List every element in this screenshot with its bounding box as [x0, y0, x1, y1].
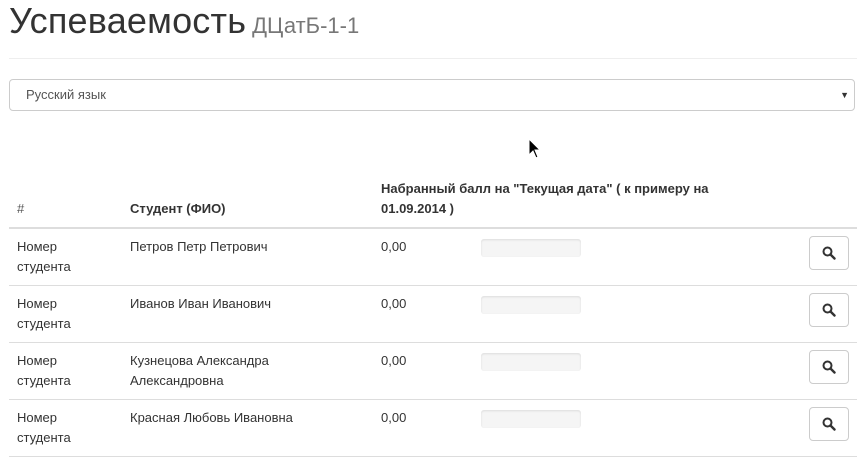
- search-icon: [822, 246, 836, 260]
- group-subtitle: ДЦатБ-1-1: [252, 13, 360, 38]
- view-student-button[interactable]: [809, 236, 849, 270]
- view-student-button[interactable]: [809, 293, 849, 327]
- search-icon: [822, 303, 836, 317]
- score-progress-bar: [481, 239, 581, 257]
- table-row: Номер студента Петров Петр Петрович 0,00: [9, 227, 857, 286]
- subject-select-value: Русский язык: [26, 87, 106, 102]
- page-title: Успеваемость: [9, 0, 247, 41]
- table-row: Номер студента Иванов Иван Иванович 0,00: [9, 285, 857, 343]
- score-progress-bar: [481, 410, 581, 428]
- student-number: Номер студента: [9, 227, 122, 286]
- student-number: Номер студента: [9, 285, 122, 343]
- student-name: Кузнецова Александра Александровна: [122, 342, 373, 400]
- view-student-button[interactable]: [809, 350, 849, 384]
- student-number: Номер студента: [9, 399, 122, 457]
- column-header-num: #: [9, 175, 122, 229]
- view-student-button[interactable]: [809, 407, 849, 441]
- column-header-student: Студент (ФИО): [122, 175, 373, 229]
- table-header-row: # Студент (ФИО) Набранный балл на "Текущ…: [9, 175, 857, 229]
- column-header-score: Набранный балл на "Текущая дата" ( к при…: [373, 175, 857, 229]
- score-progress-bar: [481, 353, 581, 371]
- student-name: Иванов Иван Иванович: [122, 285, 373, 343]
- search-icon: [822, 360, 836, 374]
- page-header: Успеваемость ДЦатБ-1-1: [9, 0, 360, 41]
- table-row: Номер студента Кузнецова Александра Алек…: [9, 342, 857, 400]
- search-icon: [822, 417, 836, 431]
- header-divider: [9, 58, 857, 59]
- caret-down-icon: ▼: [840, 90, 849, 100]
- student-score: 0,00: [373, 342, 473, 400]
- grades-table: # Студент (ФИО) Набранный балл на "Текущ…: [9, 175, 857, 457]
- student-score: 0,00: [373, 227, 473, 286]
- subject-select[interactable]: Русский язык ▼: [9, 79, 855, 111]
- student-score: 0,00: [373, 285, 473, 343]
- student-number: Номер студента: [9, 342, 122, 400]
- student-name: Красная Любовь Ивановна: [122, 399, 373, 457]
- table-row: Номер студента Красная Любовь Ивановна 0…: [9, 399, 857, 457]
- student-name: Петров Петр Петрович: [122, 227, 373, 286]
- score-progress-bar: [481, 296, 581, 314]
- mouse-cursor-icon: [528, 138, 542, 159]
- student-score: 0,00: [373, 399, 473, 457]
